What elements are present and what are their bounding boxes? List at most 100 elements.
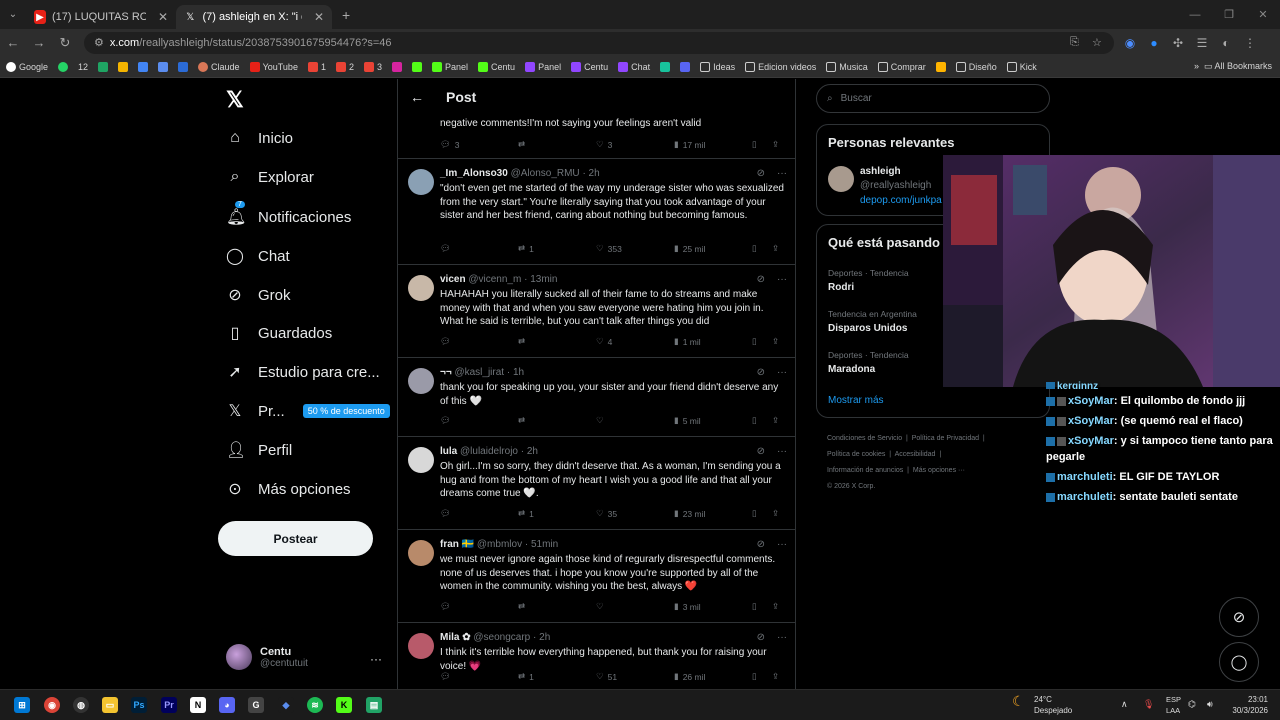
bookmark-button[interactable]: ▯: [752, 671, 772, 682]
show-more-link[interactable]: Mostrar más: [828, 395, 884, 406]
tweet[interactable]: ¬¬ @kasl_jirat · 1h ⊘ ··· thank you for spe…: [398, 358, 795, 437]
volume-icon[interactable]: 🔊︎: [1207, 699, 1213, 710]
media-icon[interactable]: ☰: [1192, 36, 1212, 50]
tweet-author[interactable]: _Im_Alonso30: [440, 168, 508, 179]
nav-notificaciones[interactable]: 🔔︎ 7 Notificaciones: [226, 201, 351, 227]
bookmark-folder-comprar[interactable]: Comprar: [877, 61, 926, 72]
tab-x-post[interactable]: 𝕏 (7) ashleigh en X: "i didn't even ✕: [176, 5, 332, 29]
windows-start-icon[interactable]: ⊞: [14, 697, 30, 713]
tweet[interactable]: Mila ✿ @seongcarp · 2h ⊘ ··· I think it's t…: [398, 623, 795, 689]
grok-float-button[interactable]: ⊘: [1219, 597, 1259, 637]
network-icon[interactable]: ⌬: [1188, 699, 1196, 710]
tweet[interactable]: fran 🇸🇪 @mbmlov · 51min ⊘ ··· we must never…: [398, 530, 795, 623]
nav-estudio[interactable]: ➚ Estudio para cre...: [226, 362, 379, 382]
bookmark-button[interactable]: ▯: [752, 139, 772, 150]
like-button[interactable]: ♡ 4: [596, 336, 674, 347]
extension-icon[interactable]: ◉: [1120, 36, 1140, 50]
bookmark-folder-ideas[interactable]: Ideas: [700, 61, 735, 72]
like-button[interactable]: ♡ 51: [596, 671, 674, 682]
bookmark-button[interactable]: ▯: [752, 508, 772, 519]
share-button[interactable]: ⇪: [772, 415, 785, 426]
bookmark-gmail-2[interactable]: 2: [335, 61, 354, 72]
profile-avatar-icon[interactable]: ◐: [1216, 36, 1236, 50]
maximize-icon[interactable]: ❐: [1212, 8, 1246, 21]
more-icon[interactable]: ···: [777, 274, 787, 285]
bookmark-ext-2[interactable]: [680, 61, 691, 72]
avatar[interactable]: [828, 166, 854, 192]
bookmark-button[interactable]: ▯: [752, 336, 772, 347]
extensions-puzzle-icon[interactable]: ✣: [1168, 36, 1188, 50]
views-button[interactable]: ▮ 23 mil: [674, 508, 752, 519]
bookmark-sheets[interactable]: [98, 61, 109, 72]
tweet-author[interactable]: fran 🇸🇪: [440, 539, 474, 550]
account-switcher[interactable]: Centu @centutuit ···: [226, 644, 382, 670]
reply-button[interactable]: 💬︎: [440, 601, 518, 612]
file-explorer-icon[interactable]: ▭: [102, 697, 118, 713]
bookmark-folder-musica[interactable]: Musica: [826, 61, 868, 72]
site-info-icon[interactable]: ⚙: [94, 36, 104, 49]
x-logo-icon[interactable]: 𝕏: [226, 87, 244, 113]
all-bookmarks[interactable]: » ▭ All Bookmarks: [1194, 61, 1272, 72]
more-icon[interactable]: ···: [777, 539, 787, 550]
nav-guardados[interactable]: ▯ Guardados: [226, 323, 333, 343]
chrome-icon[interactable]: ◉: [44, 697, 60, 713]
grok-icon[interactable]: ⊘: [757, 168, 765, 179]
more-icon[interactable]: ···: [777, 632, 787, 643]
retweet-button[interactable]: ⇄: [518, 415, 596, 426]
bookmark-12[interactable]: 12: [78, 62, 88, 72]
tweet-author[interactable]: Mila ✿: [440, 632, 471, 643]
extension-icon[interactable]: ●: [1144, 36, 1164, 50]
tray-chevron-icon[interactable]: ∧: [1121, 699, 1128, 710]
trend-item[interactable]: Deportes · Tendencia Maradona: [828, 350, 909, 375]
share-button[interactable]: ⇪: [772, 336, 785, 347]
reply-button[interactable]: 💬︎: [440, 415, 518, 426]
views-button[interactable]: ▮ 26 mil: [674, 671, 752, 682]
clock[interactable]: 23:01 30/3/2026: [1228, 694, 1268, 716]
avatar[interactable]: [408, 169, 434, 195]
reply-button[interactable]: 💬︎: [440, 336, 518, 347]
app-icon[interactable]: ◆: [278, 697, 294, 713]
nav-mas-opciones[interactable]: ⊙ Más opciones: [226, 479, 350, 499]
tweet-author[interactable]: vicen: [440, 274, 466, 285]
bookmark-button[interactable]: ▯: [752, 415, 772, 426]
avatar[interactable]: [408, 275, 434, 301]
like-button[interactable]: ♡ 3: [596, 139, 674, 150]
notion-icon[interactable]: N: [190, 697, 206, 713]
bookmark-folder-diseno[interactable]: Diseño: [955, 61, 997, 72]
post-button[interactable]: Postear: [218, 521, 373, 556]
bookmark-button[interactable]: ▯: [752, 243, 772, 254]
grok-icon[interactable]: ⊘: [757, 539, 765, 550]
bookmark-ext-1[interactable]: [660, 61, 671, 72]
retweet-button[interactable]: ⇄ 1: [518, 671, 596, 682]
close-window-icon[interactable]: ✕: [1246, 8, 1280, 21]
like-button[interactable]: ♡: [596, 415, 674, 426]
more-icon[interactable]: ···: [777, 168, 787, 179]
bookmark-folder-edicion[interactable]: Edicion videos: [745, 61, 816, 72]
more-icon[interactable]: ···: [777, 446, 787, 457]
discord-icon[interactable]: ◕: [219, 697, 235, 713]
bookmark-folder-kick[interactable]: Kick: [1006, 61, 1037, 72]
bookmark-claude[interactable]: Claude: [198, 61, 240, 72]
bookmark-whatsapp[interactable]: [58, 61, 69, 72]
photoshop-icon[interactable]: Ps: [131, 697, 147, 713]
microphone-icon[interactable]: 🎙︎: [1143, 699, 1154, 710]
avatar[interactable]: [408, 633, 434, 659]
tweet[interactable]: lula @lulaidelrojo · 2h ⊘ ··· Oh girl...I'm…: [398, 437, 795, 530]
chat-float-button[interactable]: ◯: [1219, 642, 1259, 682]
bookmark-youtube[interactable]: YouTube: [249, 61, 298, 72]
bookmark-panel-2[interactable]: Panel: [525, 61, 561, 72]
trend-item[interactable]: Deportes · Tendencia Rodri: [828, 268, 909, 293]
retweet-button[interactable]: ⇄: [518, 601, 596, 612]
bookmark-panel[interactable]: Panel: [432, 61, 468, 72]
kick-icon[interactable]: K: [336, 697, 352, 713]
trend-item[interactable]: Tendencia en Argentina Disparos Unidos: [828, 309, 917, 334]
nav-grok[interactable]: ⊘ Grok: [226, 285, 290, 305]
tweet-author[interactable]: lula: [440, 446, 457, 457]
nav-premium[interactable]: 𝕏 Pr... 50 % de descuento: [226, 401, 390, 421]
avatar[interactable]: [408, 447, 434, 473]
bookmark-button[interactable]: ▯: [752, 601, 772, 612]
retweet-button[interactable]: ⇄: [518, 139, 596, 150]
bookmark-google[interactable]: Google: [6, 61, 48, 72]
spotify-icon[interactable]: ≋: [307, 697, 323, 713]
retweet-button[interactable]: ⇄ 1: [518, 508, 596, 519]
